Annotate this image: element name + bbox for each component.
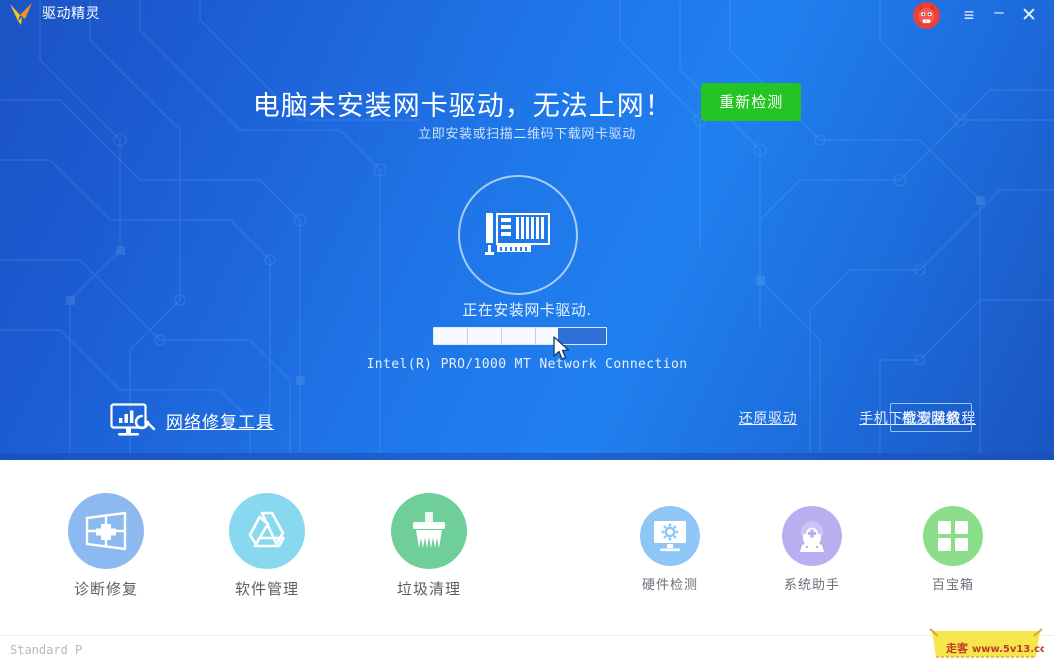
hero-panel: 电脑未安装网卡驱动，无法上网！ 重新检测 立即安装或扫描二维码下载网卡驱动 正在… [0, 0, 1054, 460]
tool-label: 百宝箱 [931, 578, 974, 593]
tool-diagnose-repair[interactable]: 诊断修复 [46, 493, 166, 599]
four-square-toolbox-icon [923, 506, 983, 566]
title-bar: 驱动精灵 ≡ – ✕ [0, 0, 1054, 30]
driver-genius-window: 电脑未安装网卡驱动，无法上网！ 重新检测 立即安装或扫描二维码下载网卡驱动 正在… [0, 0, 1054, 665]
tools-section: 诊断修复 软件管理 垃圾清理 硬件检测 系统助手 百宝箱 [0, 460, 1054, 635]
tool-label: 软件管理 [234, 580, 299, 598]
window-controls: ≡ – ✕ [913, 0, 1054, 30]
network-card-icon [485, 213, 550, 255]
page-subtitle: 立即安装或扫描二维码下载网卡驱动 [418, 127, 636, 142]
monitor-wrench-icon [110, 403, 156, 436]
watermark-brand: 走客 [945, 641, 969, 655]
tool-software-manager[interactable]: 软件管理 [207, 493, 327, 599]
network-repair-tool-link[interactable]: 网络修复工具 [110, 402, 274, 438]
network-repair-tool-label: 网络修复工具 [166, 412, 274, 433]
status-circle [458, 175, 578, 295]
page-title: 电脑未安装网卡驱动，无法上网！ [252, 91, 673, 122]
watermark-url: www.5v13.com [972, 644, 1044, 655]
install-progress-bar [433, 327, 607, 345]
device-name-text: Intel(R) PRO/1000 MT Network Connection [366, 357, 688, 372]
yellow-banner-watermark: 走客 www.5v13.com [928, 627, 1054, 661]
tool-junk-cleanup[interactable]: 垃圾清理 [369, 493, 489, 599]
restore-driver-link[interactable]: 还原驱动 [739, 408, 797, 428]
tool-label: 诊断修复 [73, 580, 138, 598]
app-title: 驱动精灵 [42, 6, 100, 22]
driver-genius-logo-icon [8, 1, 38, 27]
close-icon[interactable]: ✕ [1014, 0, 1044, 30]
status-bar: Standard P [0, 635, 1054, 665]
devil-avatar-icon[interactable] [913, 1, 940, 29]
minimize-icon[interactable]: – [984, 0, 1014, 26]
status-bar-text: Standard P [10, 643, 83, 657]
redetect-button[interactable]: 重新检测 [701, 82, 802, 121]
tool-hardware-detection[interactable]: 硬件检测 [610, 506, 730, 593]
monitor-gear-icon [640, 506, 700, 566]
tool-label: 系统助手 [783, 578, 840, 593]
tool-system-assistant[interactable]: 系统助手 [752, 506, 872, 593]
hamburger-menu-icon[interactable]: ≡ [954, 0, 984, 30]
windows-plus-repair-icon [68, 493, 144, 569]
detect-network-button[interactable]: 检测网络 [890, 403, 972, 432]
nurse-assistant-icon [782, 506, 842, 566]
tool-label: 硬件检测 [641, 578, 698, 593]
hero-bottom-edge [0, 453, 1054, 460]
tool-toolbox[interactable]: 百宝箱 [893, 506, 1013, 593]
software-drive-icon [229, 493, 305, 569]
install-progress-fill [434, 328, 558, 344]
tool-label: 垃圾清理 [396, 580, 461, 598]
install-status-text: 正在安装网卡驱动. [462, 301, 592, 319]
broom-cleanup-icon [391, 493, 467, 569]
headline-row: 电脑未安装网卡驱动，无法上网！ 重新检测 [0, 82, 1054, 123]
